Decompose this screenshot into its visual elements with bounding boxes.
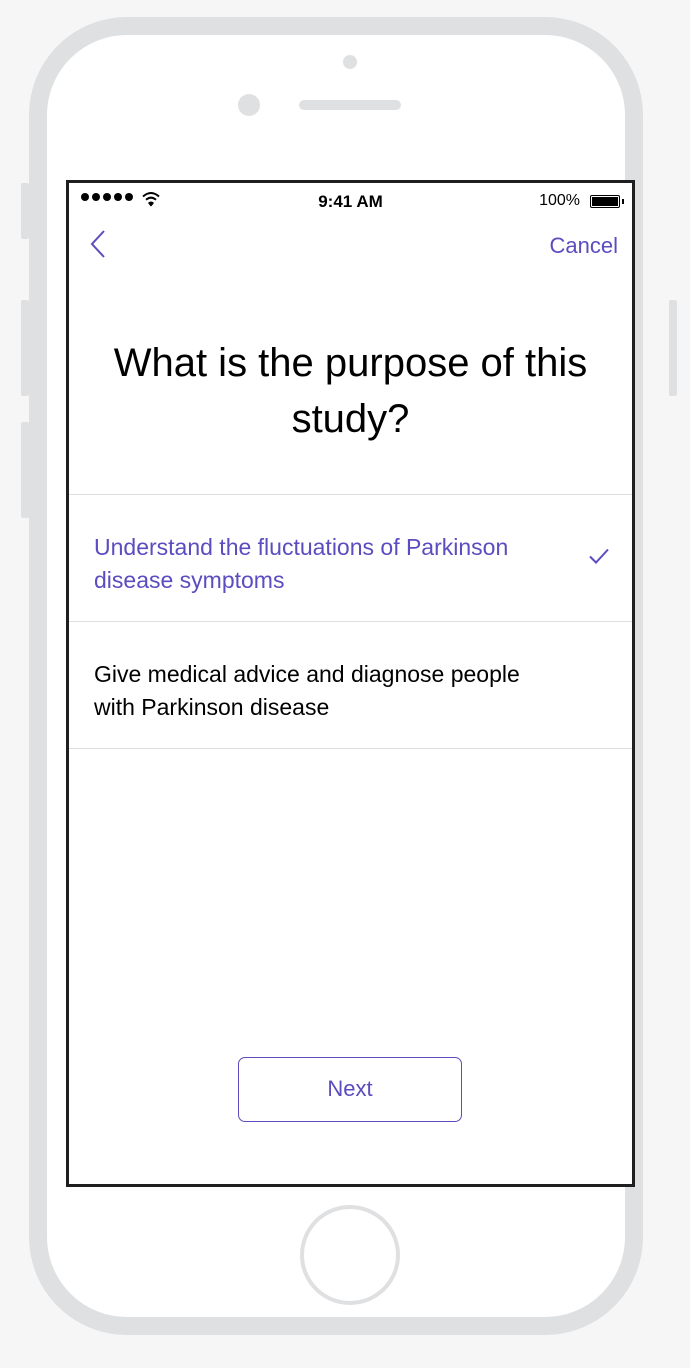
earpiece-speaker <box>299 100 401 110</box>
answer-option[interactable]: Give medical advice and diagnose people … <box>69 622 632 749</box>
device-mockup: 9:41 AM 100% Cancel What is the purpose … <box>0 0 690 1368</box>
battery-icon <box>590 195 624 208</box>
front-camera <box>238 94 260 116</box>
phone-screen: 9:41 AM 100% Cancel What is the purpose … <box>66 180 635 1187</box>
next-button[interactable]: Next <box>238 1057 462 1122</box>
back-button[interactable] <box>89 227 119 267</box>
cancel-button[interactable]: Cancel <box>550 233 618 259</box>
answer-option-selected[interactable]: Understand the fluctuations of Parkinson… <box>69 495 632 622</box>
battery-percent: 100% <box>539 192 580 209</box>
mute-switch <box>21 183 29 239</box>
home-button[interactable] <box>300 1205 400 1305</box>
option-label: Give medical advice and diagnose people … <box>94 661 520 720</box>
checkmark-icon <box>589 548 609 564</box>
volume-up-button <box>21 300 29 396</box>
proximity-sensor <box>343 55 357 69</box>
question-title: What is the purpose of this study? <box>113 341 588 441</box>
volume-down-button <box>21 422 29 518</box>
answer-options: Understand the fluctuations of Parkinson… <box>69 494 632 749</box>
power-button <box>669 300 677 396</box>
navigation-bar: Cancel <box>69 223 632 273</box>
status-bar: 9:41 AM 100% <box>69 183 632 223</box>
option-label: Understand the fluctuations of Parkinson… <box>94 534 509 593</box>
chevron-left-icon <box>90 230 105 258</box>
